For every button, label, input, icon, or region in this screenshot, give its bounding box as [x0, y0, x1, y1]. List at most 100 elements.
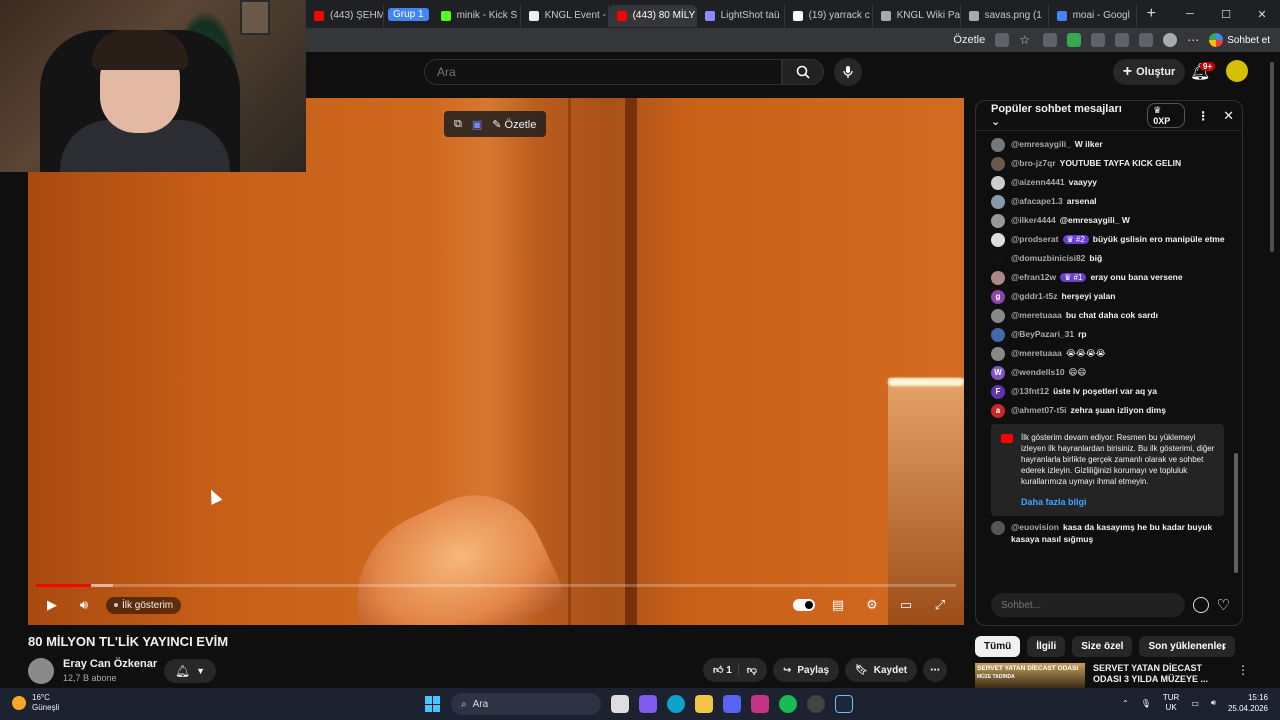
- favorites-icon[interactable]: [1139, 33, 1154, 47]
- autoplay-toggle[interactable]: [788, 593, 820, 617]
- search-input[interactable]: [424, 59, 782, 85]
- chat-more-icon[interactable]: ⋮: [1197, 109, 1209, 123]
- chat-avatar[interactable]: [991, 214, 1005, 228]
- chat-assistant-button[interactable]: Sohbet et: [1209, 33, 1270, 47]
- extension-icon[interactable]: [1067, 33, 1082, 47]
- more-menu-icon[interactable]: ⋯: [1187, 33, 1199, 47]
- chat-avatar[interactable]: [991, 138, 1005, 152]
- chat-author[interactable]: @prodserat: [1011, 234, 1059, 244]
- chip-related[interactable]: İlgili: [1027, 635, 1066, 657]
- miniplayer-icon[interactable]: ⧉: [454, 118, 462, 131]
- chevron-up-icon[interactable]: ⌃: [1122, 699, 1129, 708]
- steam-icon[interactable]: [835, 695, 853, 713]
- chat-avatar[interactable]: [991, 233, 1005, 247]
- app-icon[interactable]: [751, 695, 769, 713]
- chat-mode-dropdown[interactable]: Popüler sohbet mesajları ⌄: [991, 103, 1125, 128]
- chip-for-you[interactable]: Size özel: [1072, 635, 1133, 657]
- browser-tab[interactable]: LightShot taü ✕: [697, 4, 785, 27]
- chip-all[interactable]: Tümü: [975, 635, 1021, 657]
- clock[interactable]: 15:16 25.04.2026: [1228, 692, 1268, 714]
- chat-avatar[interactable]: [991, 521, 1005, 535]
- browser-tab[interactable]: KNGL Event - ✕: [521, 4, 609, 27]
- chat-avatar[interactable]: W: [991, 366, 1005, 380]
- chat-scrollbar[interactable]: [1234, 133, 1238, 578]
- page-scroll-thumb[interactable]: [1270, 62, 1274, 252]
- close-window-icon[interactable]: ✕: [1244, 0, 1280, 28]
- chat-avatar[interactable]: [991, 157, 1005, 171]
- learn-more-link[interactable]: Daha fazla bilgi: [1021, 497, 1216, 508]
- chat-avatar[interactable]: a: [991, 404, 1005, 418]
- minimize-icon[interactable]: ─: [1172, 0, 1208, 28]
- microphone-tray-icon[interactable]: 🎙︎: [1141, 699, 1151, 708]
- channel-avatar[interactable]: [28, 658, 54, 684]
- network-icon[interactable]: ▭: [1191, 699, 1199, 708]
- progress-bar[interactable]: [36, 584, 956, 587]
- video-player[interactable]: ⧉ ▣ ✎ Özetle ▶ 🔊︎ İlk gösterim ▤ ⚙ ▭ ⤢: [28, 98, 964, 625]
- page-scrollbar[interactable]: [1268, 52, 1276, 688]
- browser-tab[interactable]: (19) yarrack c ✕: [785, 4, 873, 27]
- windows-start-icon[interactable]: [425, 696, 441, 712]
- chat-author[interactable]: @ilker4444: [1011, 215, 1056, 225]
- close-chat-icon[interactable]: ✕: [1223, 108, 1234, 124]
- save-button[interactable]: 🔖︎ Kaydet: [845, 658, 918, 682]
- language-indicator[interactable]: TUR UK: [1163, 693, 1179, 713]
- chat-avatar[interactable]: [991, 328, 1005, 342]
- browser-tab[interactable]: savas.png (1 ✕: [961, 4, 1049, 27]
- chat-author[interactable]: @domuzbinicisi82: [1011, 253, 1085, 263]
- chat-author[interactable]: @ahmet07-t5i: [1011, 405, 1067, 415]
- tab-search-icon[interactable]: [995, 33, 1010, 47]
- spotify-icon[interactable]: [779, 695, 797, 713]
- extension-icon[interactable]: [1115, 33, 1130, 47]
- chat-author[interactable]: @gddr1-t5z: [1011, 291, 1058, 301]
- chat-author[interactable]: @emresaygili_: [1011, 139, 1071, 149]
- browser-tab[interactable]: (443) ŞEHMUS ✕: [306, 4, 384, 27]
- chat-avatar[interactable]: [991, 271, 1005, 285]
- related-video-item[interactable]: SERVET YATAN DİECAST ODASI MÜZE TADINDA …: [975, 663, 1265, 688]
- browser-tab[interactable]: minik - Kick S ✕: [433, 4, 521, 27]
- chat-avatar[interactable]: [991, 252, 1005, 266]
- app-icon[interactable]: [807, 695, 825, 713]
- chevron-right-icon[interactable]: ›: [1222, 640, 1226, 654]
- share-button[interactable]: ↪ Paylaş: [772, 658, 840, 682]
- chat-avatar[interactable]: [991, 176, 1005, 190]
- more-actions-button[interactable]: ⋯: [923, 658, 948, 682]
- chat-author[interactable]: @bro-jz7qr: [1011, 158, 1056, 168]
- profile-icon[interactable]: [1163, 33, 1178, 47]
- heart-icon[interactable]: ♡: [1217, 596, 1230, 614]
- chat-input[interactable]: [991, 593, 1185, 617]
- chat-author[interactable]: @efran12w: [1011, 272, 1056, 282]
- chat-avatar[interactable]: [991, 347, 1005, 361]
- bookmark-star-icon[interactable]: ☆: [1019, 33, 1033, 47]
- account-avatar[interactable]: [1226, 60, 1248, 82]
- summarize-video-button[interactable]: ✎ Özetle: [492, 118, 536, 131]
- chat-author[interactable]: @aizenn4441: [1011, 177, 1065, 187]
- chat-author[interactable]: @meretuaaa: [1011, 310, 1062, 320]
- related-thumbnail[interactable]: SERVET YATAN DİECAST ODASI MÜZE TADINDA: [975, 663, 1085, 688]
- ai-assist-icon[interactable]: ▣: [472, 118, 482, 131]
- dislike-button[interactable]: 👎︎: [737, 664, 757, 676]
- fullscreen-icon[interactable]: ⤢: [924, 593, 956, 617]
- task-view-icon[interactable]: [611, 695, 629, 713]
- weather-widget[interactable]: 16°C Güneşli: [12, 693, 59, 713]
- volume-icon[interactable]: 🔊︎: [68, 593, 100, 617]
- tab-group-chip[interactable]: Grup 1: [388, 7, 429, 21]
- subscription-bell-button[interactable]: 🔔︎ ▼: [164, 659, 216, 683]
- browser-tab[interactable]: moai - Googl ✕: [1049, 4, 1137, 27]
- premiere-chip[interactable]: İlk gösterim: [106, 596, 182, 614]
- chat-scroll-thumb[interactable]: [1234, 453, 1238, 573]
- discord-icon[interactable]: [723, 695, 741, 713]
- emoji-icon[interactable]: [1192, 597, 1209, 613]
- taskbar-search[interactable]: ⌕ Ara: [451, 693, 601, 715]
- copilot-icon[interactable]: [639, 695, 657, 713]
- settings-gear-icon[interactable]: ⚙: [856, 593, 888, 617]
- like-button[interactable]: 👍︎ 1: [713, 664, 732, 676]
- xp-badge[interactable]: ♛ 0XP: [1147, 103, 1186, 128]
- volume-tray-icon[interactable]: 🔊︎: [1211, 698, 1216, 708]
- chat-avatar[interactable]: [991, 309, 1005, 323]
- chat-avatar[interactable]: [991, 195, 1005, 209]
- more-vertical-icon[interactable]: ⋮: [1237, 663, 1249, 688]
- voice-search-button[interactable]: [834, 58, 862, 86]
- subtitles-icon[interactable]: ▤: [822, 593, 854, 617]
- chat-author[interactable]: @euovision: [1011, 522, 1059, 532]
- file-explorer-icon[interactable]: [695, 695, 713, 713]
